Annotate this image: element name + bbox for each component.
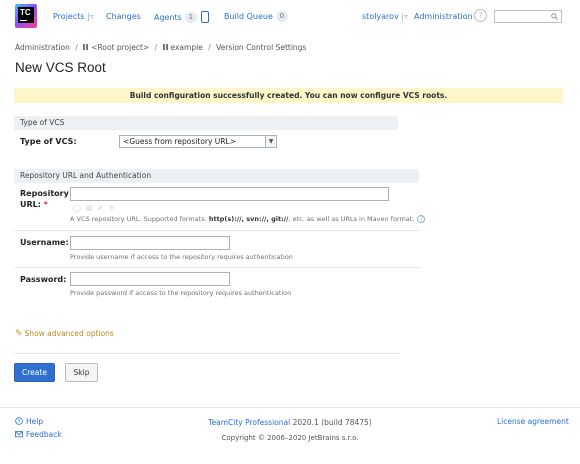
top-navigation-bar: TC Projects |▿ Changes Agents 1 Build Que… [0,0,580,36]
breadcrumb-separator: / [154,43,158,52]
tools-icon[interactable]: ✎ [108,204,114,212]
type-of-vcs-label: Type of VCS: [20,137,77,146]
username-label: Username: [20,238,69,247]
username-label[interactable]: stolyarov [362,12,399,21]
password-hint: Provide password if access to the reposi… [70,289,292,297]
nav-agents-label[interactable]: Agents [154,13,182,22]
required-marker: * [43,200,48,209]
license-agreement-link[interactable]: License agreement [497,417,569,426]
wrench-icon: ✎ [15,329,23,339]
user-menu[interactable]: stolyarov |▿ [362,12,408,21]
build-queue-count-badge: 0 [275,11,288,22]
username-hint: Provide username if access to the reposi… [70,253,293,261]
nav-projects-label[interactable]: Projects [53,12,85,21]
field-divider [14,267,419,268]
password-label: Password: [20,275,67,284]
section-type-of-vcs: Type of VCS [14,116,398,130]
nav-build-queue-label[interactable]: Build Queue [224,12,273,21]
help-icon[interactable]: ? [474,9,487,22]
breadcrumb-separator: / [75,43,78,52]
copy-icon[interactable]: ▥ [86,204,93,212]
username-input[interactable] [70,236,230,250]
agent-status-icon [200,11,209,23]
repository-url-hint: A VCS repository URL. Supported formats:… [70,215,426,223]
projects-dropdown-icon[interactable]: |▿ [87,12,94,21]
nav-projects[interactable]: Projects |▿ [53,12,94,21]
breadcrumb: Administration / <Root project> / exampl… [15,43,306,52]
breadcrumb-vcs-settings: Version Control Settings [216,43,307,52]
project-icon [83,44,90,50]
chevron-down-icon[interactable]: ▼ [265,136,276,147]
copyright-text: Copyright © 2006–2020 JetBrains s.r.o. [221,434,359,442]
show-advanced-options-link[interactable]: ✎ Show advanced options [15,329,114,339]
search-icon[interactable] [551,13,558,20]
project-icon [162,44,169,50]
type-of-vcs-selected-value: <Guess from repository URL> [123,137,236,146]
nav-agents[interactable]: Agents 1 [154,11,209,23]
field-divider [14,230,419,231]
help-icon[interactable]: ? [417,215,426,223]
nav-administration[interactable]: Administration [414,12,473,21]
type-of-vcs-select[interactable]: <Guess from repository URL> ▼ [119,135,277,148]
user-dropdown-icon[interactable]: |▿ [401,12,408,21]
skip-button[interactable]: Skip [65,363,98,382]
breadcrumb-example[interactable]: example [171,43,203,52]
nav-build-queue[interactable]: Build Queue 0 [224,11,288,22]
version-text: 2020.1 (build 78475) [292,418,372,427]
agents-count-badge: 1 [184,12,197,23]
repository-url-label: Repository URL: * [20,189,69,209]
password-input[interactable] [70,272,230,286]
create-button[interactable]: Create [14,363,55,382]
search-input[interactable] [494,10,562,23]
success-message: Build configuration successfully created… [14,88,563,103]
breadcrumb-administration[interactable]: Administration [15,43,70,52]
repository-url-tools: ◯ ▥ ✔ ✎ [73,204,119,212]
section-repository-url: Repository URL and Authentication [14,169,419,183]
refresh-icon[interactable]: ◯ [73,204,81,212]
logo-letters: TC [20,8,31,17]
check-icon[interactable]: ✔ [97,204,103,212]
footer-divider [0,407,580,408]
teamcity-logo-icon[interactable]: TC [15,4,37,28]
repository-url-input[interactable] [70,187,389,201]
nav-changes[interactable]: Changes [106,12,141,21]
page-title: New VCS Root [15,60,106,75]
breadcrumb-separator: / [208,43,211,52]
buttons-divider [14,353,399,354]
breadcrumb-root-project[interactable]: <Root project> [91,43,149,52]
product-link[interactable]: TeamCity Professional [208,418,290,427]
product-version: TeamCity Professional 2020.1 (build 7847… [0,418,580,427]
